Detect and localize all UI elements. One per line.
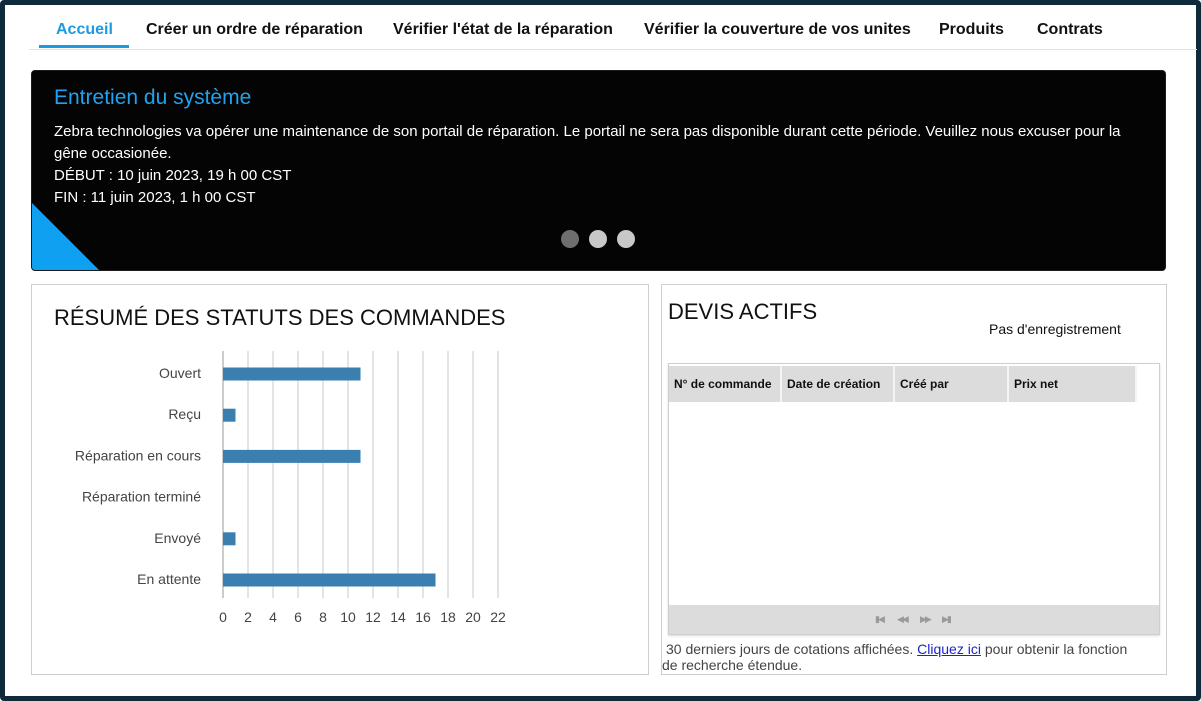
- category-label: Réparation en cours: [75, 447, 201, 463]
- footnote-text-after: pour obtenir la fonction: [984, 641, 1128, 657]
- quotes-grid-pager: ▮◀ ◀◀ ▶▶ ▶▮: [669, 605, 1159, 634]
- column-order-number[interactable]: N° de commande: [669, 366, 782, 402]
- banner-start-time: DÉBUT : 10 juin 2023, 19 h 00 CST: [54, 167, 292, 184]
- x-tick-label: 18: [440, 609, 456, 625]
- extended-search-link[interactable]: Cliquez ici: [917, 641, 981, 657]
- quotes-grid: N° de commande Date de création Créé par…: [668, 363, 1160, 635]
- nav-tab-produits[interactable]: Produits: [939, 11, 1004, 47]
- category-label: Ouvert: [159, 365, 201, 381]
- category-label: En attente: [137, 571, 201, 587]
- app-frame: Accueil Créer un ordre de réparation Vér…: [0, 0, 1201, 701]
- x-tick-label: 20: [465, 609, 481, 625]
- bar[interactable]: [223, 573, 436, 587]
- bar[interactable]: [223, 532, 236, 546]
- category-label: Réparation terminé: [82, 489, 201, 505]
- x-tick-label: 6: [294, 609, 302, 625]
- nav-tab-check-repair-status[interactable]: Vérifier l'état de la réparation: [393, 11, 613, 47]
- banner-body: Zebra technologies va opérer une mainten…: [54, 121, 1150, 209]
- quotes-footnote: 30 derniers jours de cotations affichées…: [662, 641, 1162, 673]
- next-page-icon[interactable]: ▶▶: [920, 605, 932, 634]
- x-tick-label: 0: [219, 609, 227, 625]
- bar[interactable]: [223, 408, 236, 422]
- x-tick-label: 16: [415, 609, 431, 625]
- order-status-chart: Ouvert Reçu Réparation en cours Réparation …: [75, 351, 506, 625]
- active-quotes-panel: DEVIS ACTIFS Pas d'enregistrement N° de …: [661, 284, 1167, 675]
- x-tick-label: 2: [244, 609, 252, 625]
- maintenance-banner: Entretien du système Zebra technologies …: [31, 70, 1166, 271]
- prev-page-icon[interactable]: ◀◀: [897, 605, 909, 634]
- banner-end-time: FIN : 11 juin 2023, 1 h 00 CST: [54, 189, 256, 206]
- x-tick-label: 4: [269, 609, 277, 625]
- no-record-message: Pas d'enregistrement: [989, 321, 1121, 337]
- nav-tab-contrats[interactable]: Contrats: [1037, 11, 1103, 47]
- x-tick-label: 10: [340, 609, 356, 625]
- quotes-grid-header: N° de commande Date de création Créé par…: [669, 364, 1159, 404]
- nav-tab-create-repair-order[interactable]: Créer un ordre de réparation: [146, 11, 363, 47]
- banner-title: Entretien du système: [54, 86, 252, 109]
- footnote-text: 30 derniers jours de cotations affichées…: [666, 641, 914, 657]
- x-tick-label: 12: [365, 609, 381, 625]
- x-tick-label: 22: [490, 609, 506, 625]
- banner-message: Zebra technologies va opérer une mainten…: [54, 123, 1121, 162]
- main-nav: Accueil Créer un ordre de réparation Vér…: [29, 11, 1197, 50]
- nav-tab-check-coverage[interactable]: Vérifier la couverture de vos unites: [644, 11, 911, 47]
- category-label: Envoyé: [154, 530, 201, 546]
- x-tick-label: 14: [390, 609, 406, 625]
- active-quotes-title: DEVIS ACTIFS: [668, 299, 818, 324]
- last-page-icon[interactable]: ▶▮: [942, 605, 952, 634]
- carousel-dot-3[interactable]: [617, 230, 635, 248]
- x-tick-label: 8: [319, 609, 327, 625]
- column-creation-date[interactable]: Date de création: [782, 366, 895, 402]
- bar[interactable]: [223, 367, 361, 381]
- carousel-dot-2[interactable]: [589, 230, 607, 248]
- active-tab-indicator: [39, 45, 129, 48]
- category-label: Reçu: [168, 406, 201, 422]
- banner-corner-accent: [32, 203, 99, 270]
- column-net-price[interactable]: Prix net: [1009, 366, 1137, 402]
- order-status-panel: RÉSUMÉ DES STATUTS DES COMMANDES Ouvert R…: [31, 284, 649, 675]
- carousel-dot-1[interactable]: [561, 230, 579, 248]
- footnote-line2: de recherche étendue.: [662, 657, 803, 673]
- bar[interactable]: [223, 449, 361, 463]
- nav-tab-accueil[interactable]: Accueil: [56, 11, 113, 47]
- column-created-by[interactable]: Créé par: [895, 366, 1009, 402]
- first-page-icon[interactable]: ▮◀: [875, 605, 885, 634]
